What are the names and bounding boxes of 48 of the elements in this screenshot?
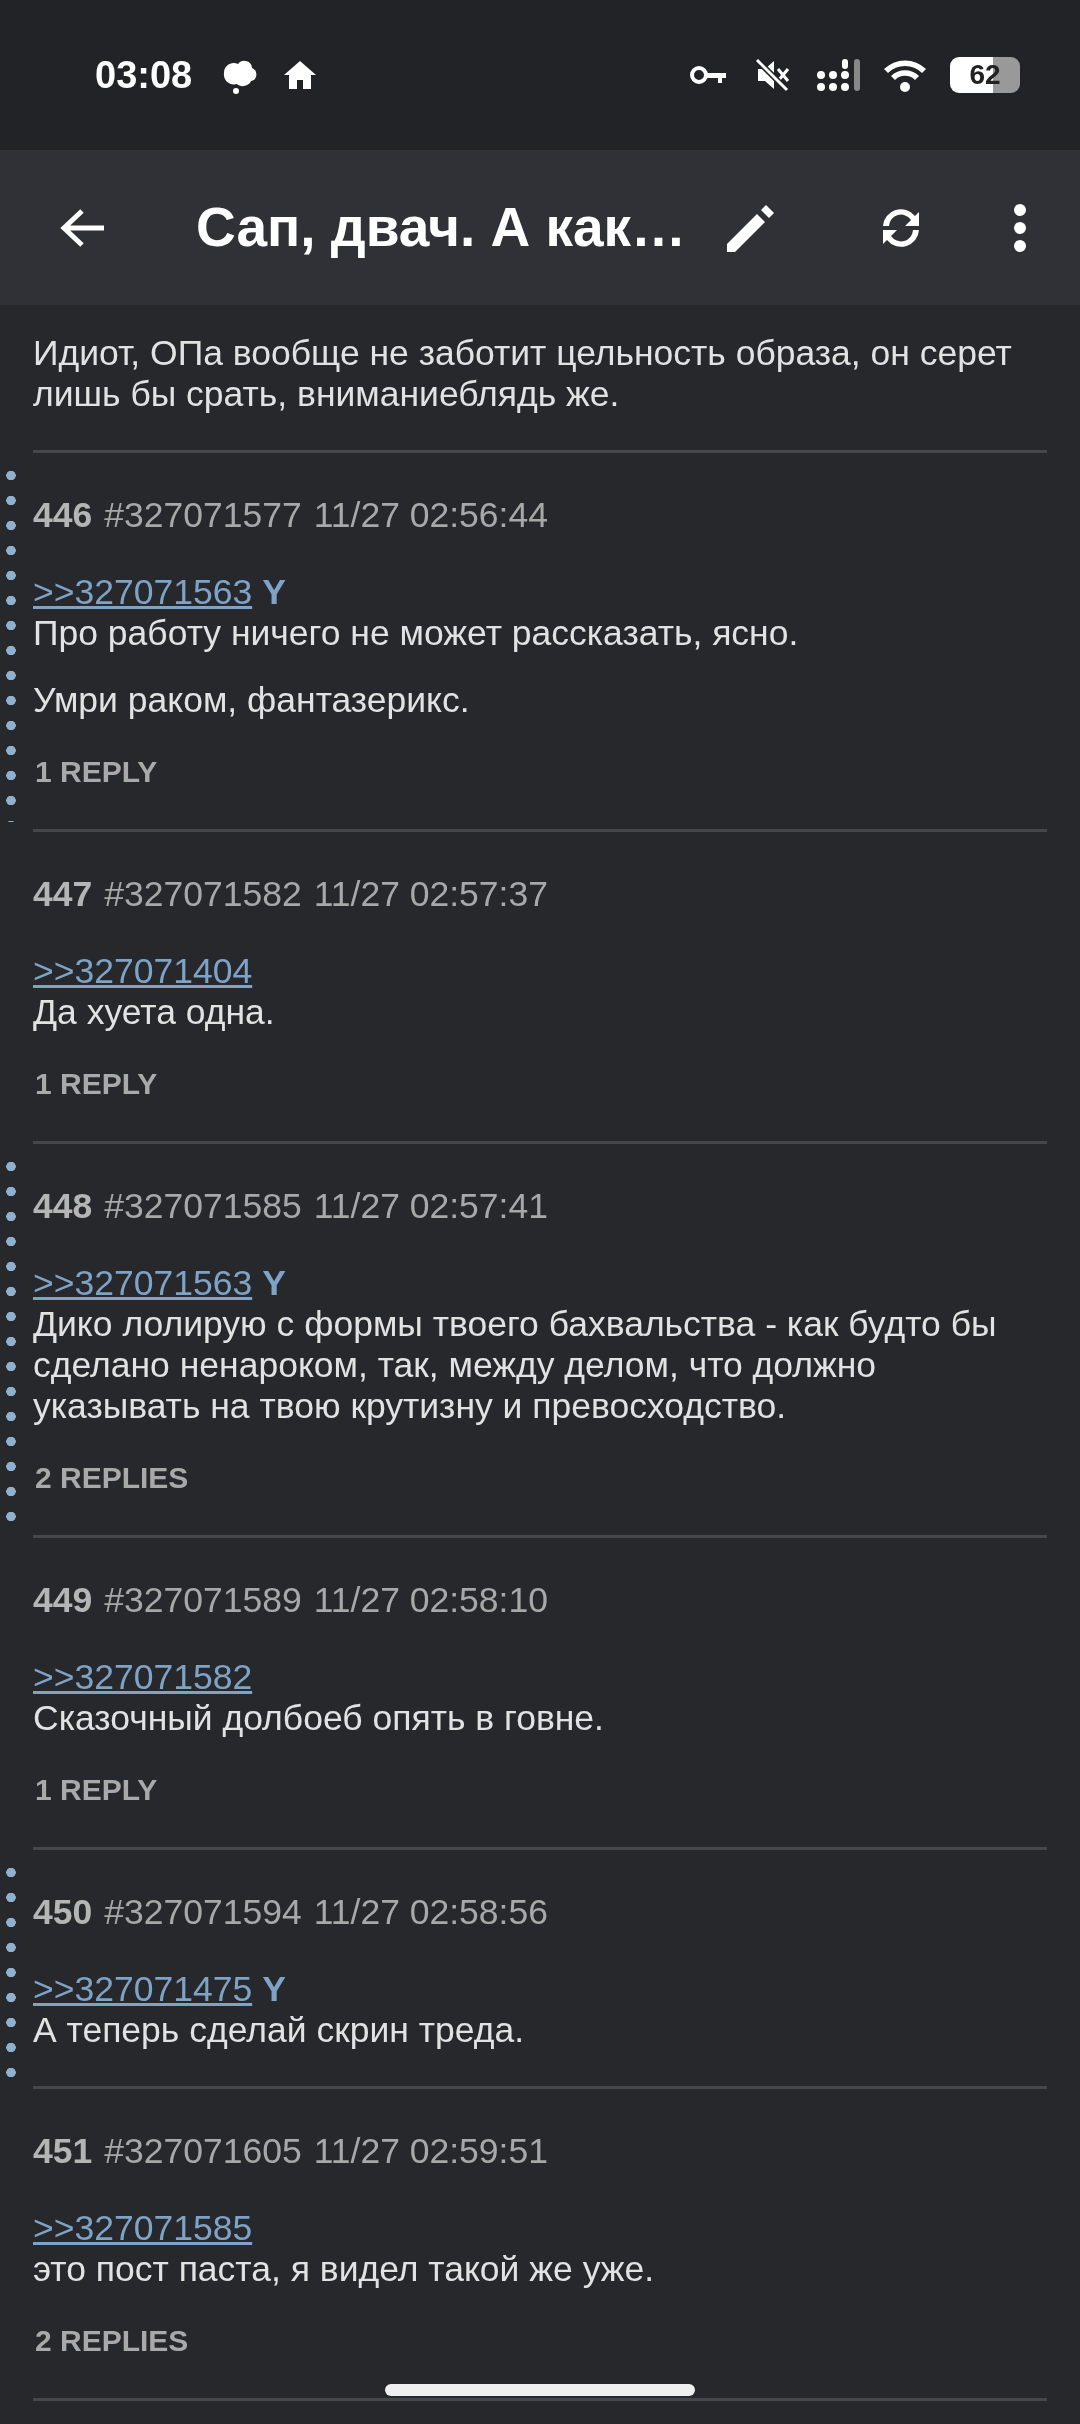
quote-link[interactable]: >>327071563 [33,571,253,613]
post-date: 11/27 02:56:44 [313,494,548,537]
post-id[interactable]: #327071594 [104,1890,302,1934]
quote-link[interactable]: >>327071475 [33,1968,253,2010]
you-marker: Y [262,1968,286,2010]
signal-icon [816,57,862,93]
post-id[interactable]: #327071585 [104,1184,302,1228]
post-text: Да хуета одна. [33,992,276,1033]
replies-link[interactable]: 1 REPLY [33,1768,158,1812]
post-text: Про работу ничего не может рассказать, ясно. [33,613,800,654]
quote-link[interactable]: >>327071582 [33,1656,253,1698]
replies-link[interactable]: 1 REPLY [33,1062,158,1106]
post-date: 11/27 02:57:41 [313,1185,548,1228]
replies-link[interactable]: 2 REPLIES [33,2319,189,2363]
replies-link[interactable]: 1 REPLY [33,750,158,794]
more-icon [1013,203,1027,252]
post-id[interactable]: #327071605 [104,2129,302,2173]
post-date: 11/27 02:58:56 [313,1891,548,1934]
thread-title: Сап, двач. А как… [196,195,687,261]
you-marker: Y [262,1262,286,1304]
status-time: 03:08 [95,52,193,98]
wifi-icon [882,57,928,93]
muted-speaker-icon [754,57,790,93]
you-marker: Y [262,571,286,613]
post-date: 11/27 02:58:10 [313,1579,548,1622]
key-icon [690,64,728,86]
quote-link[interactable]: >>327071585 [33,2207,253,2249]
post-number: 448 [33,1185,93,1228]
post-date: 11/27 02:59:51 [313,2130,548,2173]
post-number: 447 [33,873,93,916]
post-text: Умри раком, фантазерикс. [33,680,471,721]
quote-link[interactable]: >>327071563 [33,1262,253,1304]
post-number: 450 [33,1891,93,1934]
post-text: Идиот, ОПа вообще не заботит цельность образа, он серет лишь бы срать, вниманиеблядь же. [33,333,1013,415]
post-number: 451 [33,2130,93,2173]
post-text: это пост паста, я видел такой же уже. [33,2249,656,2290]
post-text: А теперь сделай скрин треда. [33,2010,525,2051]
replies-link[interactable]: 2 REPLIES [33,1456,189,1500]
post-number: 449 [33,1579,93,1622]
post-id[interactable]: #327071577 [104,493,302,537]
post-text: Сказочный долбоеб опять в говне. [33,1698,605,1739]
post-id[interactable]: #327071582 [104,872,302,916]
post-date: 11/27 02:57:37 [313,873,548,916]
battery-icon: 62 [950,57,1020,93]
quote-link[interactable]: >>327071404 [33,950,253,992]
post-text: Дико лолирую с формы твоего бахвальства - как будто бы сделано ненароком, так, между делом, что должно указывать на твою крутизну и превосходство. [33,1304,998,1427]
post-id[interactable]: #327071589 [104,1578,302,1622]
post-number: 446 [33,494,93,537]
